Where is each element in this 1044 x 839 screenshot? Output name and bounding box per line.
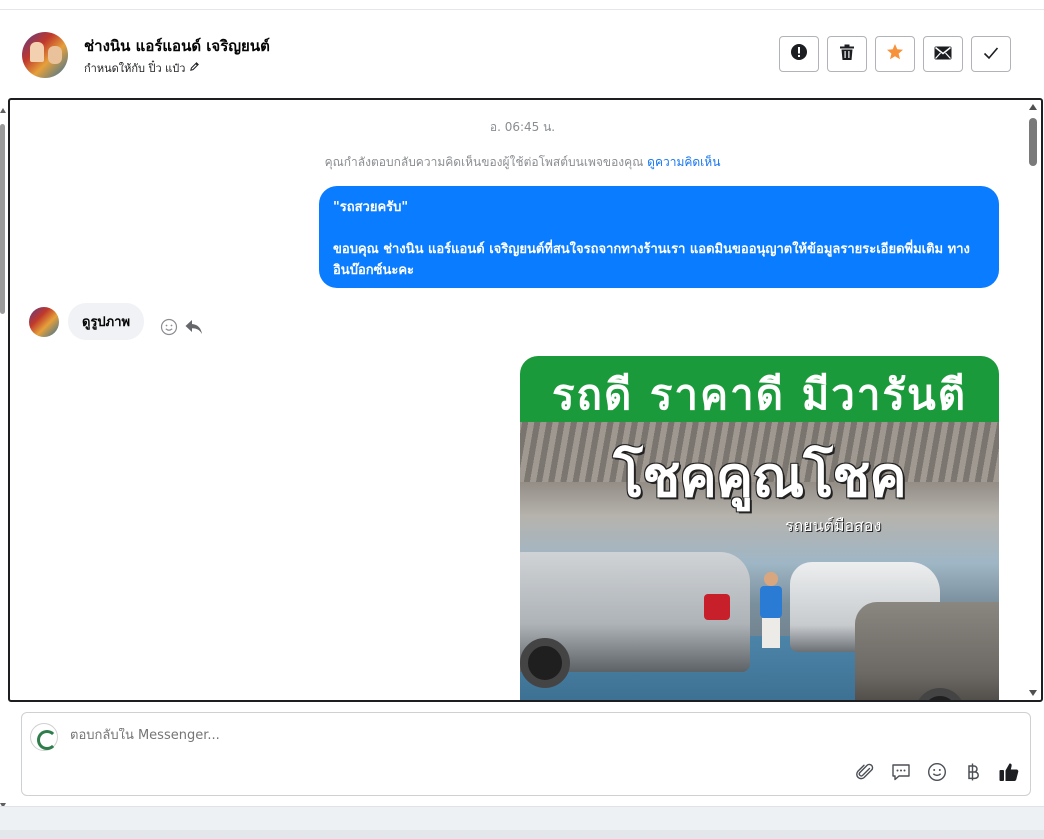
shared-image[interactable]: รถดี ราคาดี มีวารันตี โชคคูณโชค รถยนต์มื… [520, 356, 999, 700]
assigned-text: กำหนดให้กับ ปิ๋ว แป๋ว [84, 62, 186, 75]
top-border [0, 0, 1044, 10]
react-emoji-icon[interactable] [160, 318, 178, 340]
star-icon [886, 43, 904, 65]
baht-icon[interactable] [962, 761, 984, 783]
page-scrollbar[interactable] [0, 108, 6, 808]
message-body: ขอบคุณ ช่างนิน แอร์แอนด์ เจริญยนต์ที่สนใ… [333, 242, 970, 278]
emoji-icon[interactable] [926, 761, 948, 783]
pencil-icon[interactable] [189, 61, 200, 75]
banner-text: รถดี ราคาดี มีวารันตี [551, 370, 967, 419]
mark-done-button[interactable] [971, 36, 1011, 72]
outgoing-message[interactable]: "รถสวยครับ" ขอบคุณ ช่างนิน แอร์แอนด์ เจร… [319, 186, 999, 288]
image-banner: รถดี ราคาดี มีวารันตี [520, 356, 999, 422]
check-icon [983, 45, 999, 64]
envelope-icon [934, 45, 952, 64]
dealer-logo-subtitle: รถยนต์มือสอง [785, 516, 882, 535]
assignment-label[interactable]: กำหนดให้กับ ปิ๋ว แป๋ว [84, 59, 200, 77]
silver-pickup [520, 552, 750, 688]
view-comment-link[interactable]: ดูความคิดเห็น [647, 155, 720, 169]
message-timestamp: อ. 06:45 น. [489, 120, 556, 134]
reply-input[interactable] [70, 728, 770, 743]
mark-unread-button[interactable] [923, 36, 963, 72]
contact-avatar[interactable] [22, 32, 68, 78]
composer-toolbar [854, 761, 1020, 783]
message-thread: อ. 06:45 น. คุณกำลังตอบกลับความคิดเห็นขอ… [8, 98, 1043, 702]
trash-icon [839, 44, 855, 65]
incoming-message[interactable]: ดูรูปภาพ [68, 303, 145, 340]
notice-text: คุณกำลังตอบกลับความคิดเห็นของผู้ใช้ต่อโพ… [324, 155, 644, 169]
conversation-toolbar [779, 36, 1011, 72]
scroll-thumb[interactable] [0, 124, 5, 314]
window-bottom-strip [0, 830, 1044, 839]
reply-context-notice: คุณกำลังตอบกลับความคิดเห็นของผู้ใช้ต่อโพ… [10, 153, 1035, 172]
spam-button[interactable] [779, 36, 819, 72]
thread-scroll-thumb[interactable] [1029, 118, 1037, 166]
contact-name[interactable]: ช่างนิน แอร์แอนด์ เจริญยนต์ [84, 34, 270, 58]
alert-icon [790, 43, 808, 65]
incoming-text: ดูรูปภาพ [82, 315, 131, 330]
dealer-logo-text: โชคคูณโชค [613, 444, 907, 510]
conversation-header: ช่างนิน แอร์แอนด์ เจริญยนต์ กำหนดให้กับ … [0, 10, 1044, 98]
like-icon[interactable] [998, 761, 1020, 783]
reply-composer [21, 712, 1031, 796]
reply-arrow-icon[interactable] [184, 318, 204, 340]
person-figure [760, 572, 782, 662]
page-avatar [30, 723, 58, 751]
car-lot-photo: โชคคูณโชค รถยนต์มือสอง [520, 422, 999, 700]
message-actions [160, 318, 204, 340]
sender-avatar[interactable] [29, 307, 59, 337]
attach-icon[interactable] [854, 761, 876, 783]
scroll-up-arrow[interactable] [0, 108, 6, 113]
thread-scroll-up-arrow[interactable] [1029, 104, 1037, 110]
saved-reply-icon[interactable] [890, 761, 912, 783]
thread-scroll-down-arrow[interactable] [1029, 690, 1037, 696]
delete-button[interactable] [827, 36, 867, 72]
gray-suv [855, 602, 999, 700]
thread-scrollbar[interactable] [1028, 102, 1039, 700]
quoted-comment: "รถสวยครับ" [333, 200, 409, 215]
star-button[interactable] [875, 36, 915, 72]
